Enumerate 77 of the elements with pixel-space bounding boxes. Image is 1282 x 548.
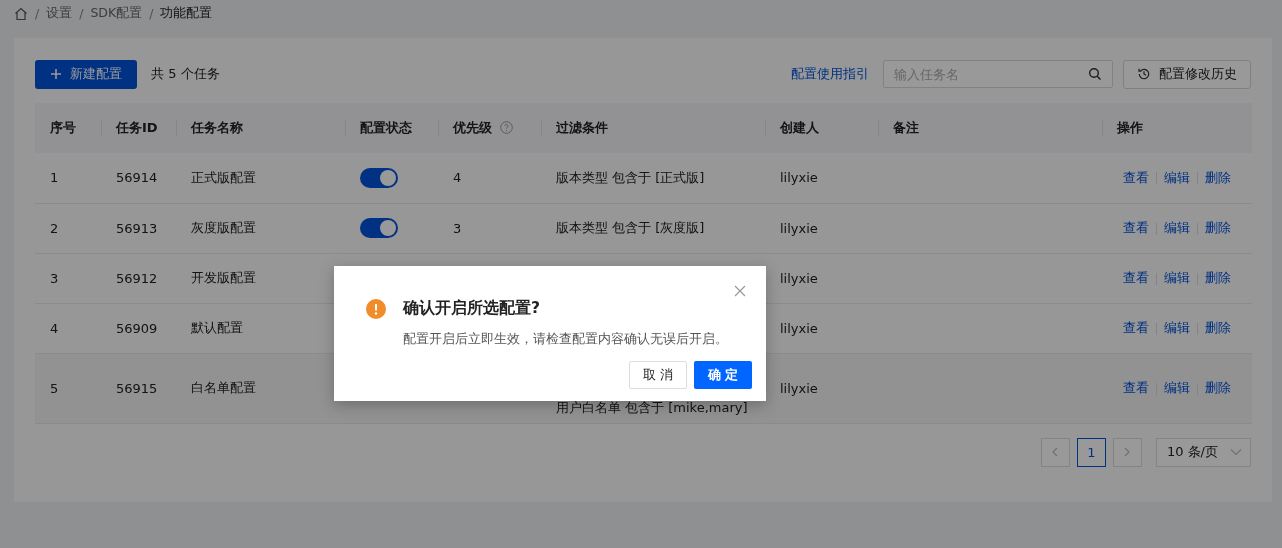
table-cell: lilyxie xyxy=(780,320,818,336)
warning-icon xyxy=(366,298,386,319)
column-header: 任务ID xyxy=(116,120,158,135)
row-action-link[interactable]: 编辑 xyxy=(1164,220,1190,235)
table-cell: lilyxie xyxy=(780,270,818,286)
table-cell: 开发版配置 xyxy=(191,270,256,285)
row-action-link[interactable]: 删除 xyxy=(1205,169,1231,185)
table-cell: 版本类型 包含于 [正式版] xyxy=(556,169,705,185)
row-action-link[interactable]: 删除 xyxy=(1205,270,1231,285)
breadcrumb-separator: / xyxy=(149,6,154,21)
table-cell: 56914 xyxy=(116,170,158,186)
table-cell: 版本类型 包含于 [灰度版] xyxy=(556,220,705,235)
task-count: 共 5 个任务 xyxy=(151,65,220,83)
new-config-button[interactable]: 新建配置 xyxy=(35,59,137,89)
table-cell: lilyxie xyxy=(780,220,818,236)
row-action-link[interactable]: 查看 xyxy=(1123,380,1149,395)
history-icon xyxy=(1137,67,1151,81)
table-cell: 白名单配置 xyxy=(191,380,256,395)
column-header: 优先级 xyxy=(453,120,492,135)
page-size-select[interactable]: 10 条/页 xyxy=(1155,437,1251,467)
table-cell: 3 xyxy=(453,220,462,236)
table-cell: 2 xyxy=(50,220,59,236)
close-icon[interactable] xyxy=(734,285,746,297)
column-header: 任务名称 xyxy=(191,120,243,135)
table-cell: lilyxie xyxy=(780,170,818,186)
table-cell: 灰度版配置 xyxy=(191,220,256,235)
breadcrumb-separator: / xyxy=(35,6,40,21)
breadcrumb-separator: / xyxy=(79,6,84,21)
table-cell: 正式版配置 xyxy=(191,169,256,185)
guide-link[interactable]: 配置使用指引 xyxy=(791,65,869,83)
row-action-link[interactable]: 查看 xyxy=(1123,169,1149,185)
row-action-link[interactable]: 编辑 xyxy=(1164,320,1190,335)
table-cell: 4 xyxy=(453,170,462,186)
column-header: 配置状态 xyxy=(360,120,412,135)
table-cell: 56912 xyxy=(116,270,158,286)
status-toggle[interactable] xyxy=(360,218,398,238)
row-action-link[interactable]: 编辑 xyxy=(1164,380,1190,395)
table-cell: lilyxie xyxy=(780,380,818,396)
column-header: 序号 xyxy=(50,120,76,135)
home-icon[interactable] xyxy=(14,6,28,21)
column-header: 过滤条件 xyxy=(556,120,608,135)
table-cell: 56915 xyxy=(116,380,158,396)
table-cell: 1 xyxy=(50,170,59,186)
chevron-right-icon xyxy=(1123,447,1132,457)
row-action-link[interactable]: 删除 xyxy=(1205,220,1231,235)
column-header: 备注 xyxy=(893,120,919,135)
row-action-link[interactable]: 查看 xyxy=(1123,320,1149,335)
row-action-link[interactable]: 编辑 xyxy=(1164,169,1190,185)
help-icon[interactable] xyxy=(500,121,513,134)
table-cell: 56913 xyxy=(116,220,158,236)
status-toggle[interactable] xyxy=(360,167,398,188)
breadcrumb-item: 功能配置 xyxy=(160,5,213,22)
table-cell: 56909 xyxy=(116,320,158,336)
plus-icon xyxy=(50,68,62,80)
table-cell: 3 xyxy=(50,270,59,286)
row-action-link[interactable]: 查看 xyxy=(1123,220,1149,235)
cancel-button[interactable]: 取 消 xyxy=(629,361,687,389)
table-cell: 5 xyxy=(50,380,59,396)
dialog-title: 确认开启所选配置? xyxy=(403,298,540,319)
row-action-link[interactable]: 删除 xyxy=(1205,320,1231,335)
page-button[interactable]: 1 xyxy=(1076,437,1106,467)
table-cell: 用户白名单 包含于 [mike,mary] xyxy=(556,399,748,415)
caret-icon xyxy=(1230,448,1242,456)
search-icon xyxy=(1088,67,1102,81)
dialog-message: 配置开启后立即生效，请检查配置内容确认无误后开启。 xyxy=(403,331,729,348)
table-cell: 4 xyxy=(50,320,59,336)
breadcrumb-item[interactable]: 设置 xyxy=(46,5,73,22)
history-button[interactable]: 配置修改历史 xyxy=(1123,59,1251,89)
breadcrumb-item[interactable]: SDK配置 xyxy=(90,5,143,22)
chevron-left-icon xyxy=(1051,447,1060,457)
column-header: 创建人 xyxy=(780,120,819,135)
row-action-link[interactable]: 查看 xyxy=(1123,270,1149,285)
column-header: 操作 xyxy=(1117,120,1143,135)
confirm-button[interactable]: 确 定 xyxy=(694,361,752,389)
row-action-link[interactable]: 删除 xyxy=(1205,380,1231,395)
table-cell: 默认配置 xyxy=(191,320,243,335)
row-action-link[interactable]: 编辑 xyxy=(1164,270,1190,285)
